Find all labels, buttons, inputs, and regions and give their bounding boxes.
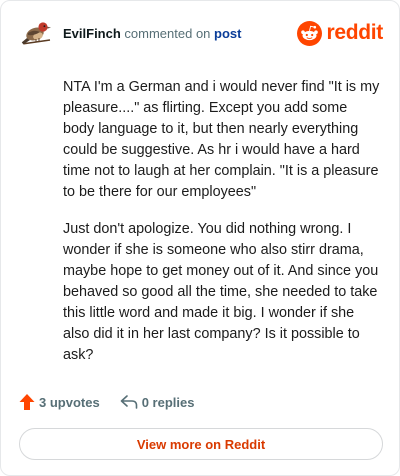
upvote-count: 3 upvotes [39,394,100,410]
reddit-snoo-icon [297,20,323,46]
reply-arrow-icon [120,395,137,409]
view-more-on-reddit-button[interactable]: View more on Reddit [19,428,383,460]
action-text: commented on [124,25,211,41]
author-name[interactable]: EvilFinch [63,26,121,41]
reply-count: 0 replies [141,394,195,410]
reddit-brand-link[interactable]: reddit [297,20,383,46]
author-line: EvilFinch commented on post [63,26,242,41]
finch-bird-avatar-icon[interactable] [19,16,53,50]
upvote-arrow-icon [19,394,35,410]
comment-paragraph-1: NTA I'm a German and i would never find … [63,79,380,200]
comment-header: EvilFinch commented on post reddit [19,15,383,51]
reddit-comment-embed-card: EvilFinch commented on post reddit NTA I… [0,0,400,476]
post-link[interactable]: post [214,26,241,41]
reply-button[interactable]: 0 replies [120,394,195,410]
comment-body: NTA I'm a German and i would never find … [63,77,381,382]
comment-paragraph-2: Just don't apologize. You did nothing wr… [63,221,379,363]
upvote-button[interactable]: 3 upvotes [19,393,100,411]
comment-actions: 3 upvotes 0 replies [19,393,194,411]
reddit-wordmark: reddit [326,21,383,44]
